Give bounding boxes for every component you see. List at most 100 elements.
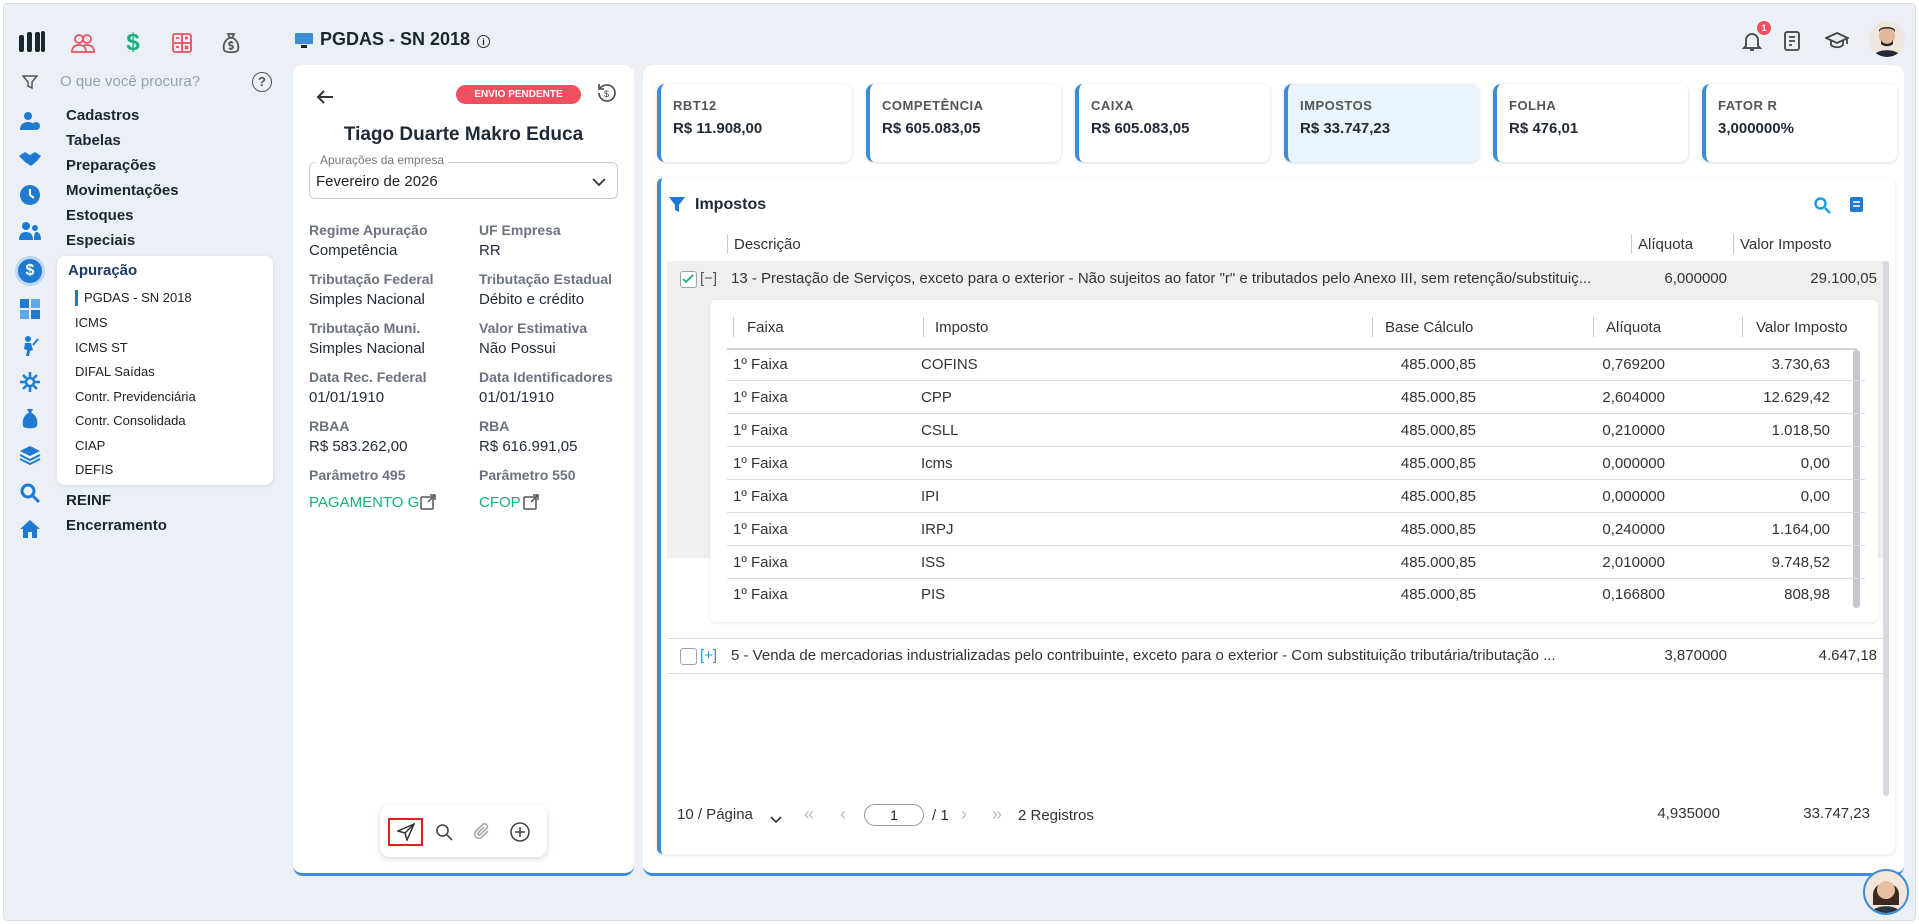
summary-card-rbt12[interactable]: RBT12 R$ 11.908,00 — [657, 84, 852, 162]
menu-preparacoes[interactable]: Preparações — [66, 157, 156, 174]
add-icon[interactable] — [510, 822, 530, 845]
chevron-down-icon[interactable] — [592, 174, 606, 190]
document-icon[interactable] — [1782, 30, 1802, 55]
submenu-defis[interactable]: DEFIS — [75, 462, 113, 477]
submenu-icms[interactable]: ICMS — [75, 315, 108, 330]
menu-tabelas[interactable]: Tabelas — [66, 132, 121, 149]
col-divider — [1742, 317, 1743, 337]
search-icon[interactable] — [435, 823, 453, 844]
row-divider — [727, 545, 1865, 546]
coins-bag-icon[interactable] — [17, 406, 43, 432]
people-icon[interactable] — [70, 30, 96, 56]
field-value: 01/01/1910 — [309, 389, 385, 406]
field-label: Parâmetro 495 — [309, 467, 406, 483]
clock-icon[interactable] — [17, 182, 43, 208]
param-495-link[interactable]: PAGAMENTO G. — [309, 494, 423, 511]
subcol-aliquota[interactable]: Alíquota — [1606, 319, 1661, 336]
app-logo[interactable] — [18, 30, 46, 56]
sub-valor: 0,00 — [1800, 455, 1830, 472]
grid-calc-icon[interactable] — [17, 296, 43, 322]
submenu-contr-prev[interactable]: Contr. Previdenciária — [75, 389, 196, 404]
param-550-link[interactable]: CFOP — [479, 494, 521, 511]
funnel-icon[interactable] — [668, 196, 686, 217]
history-icon[interactable]: $ — [596, 82, 618, 107]
col-aliquota[interactable]: Alíquota — [1638, 236, 1693, 253]
subcol-faixa[interactable]: Faixa — [747, 319, 784, 336]
assistant-avatar[interactable] — [1863, 869, 1909, 915]
next-page-button[interactable]: › — [961, 804, 967, 825]
row-divider — [727, 479, 1865, 480]
vertical-scrollbar[interactable] — [1883, 261, 1889, 796]
submenu-difal[interactable]: DIFAL Saídas — [75, 364, 155, 379]
menu-reinf[interactable]: REINF — [66, 492, 111, 509]
menu-especiais[interactable]: Especiais — [66, 232, 135, 249]
back-arrow-icon[interactable] — [316, 89, 334, 108]
menu-cadastros[interactable]: Cadastros — [66, 107, 139, 124]
menu-estoques[interactable]: Estoques — [66, 207, 134, 224]
col-descricao[interactable]: Descrição — [734, 236, 801, 253]
row-divider — [727, 446, 1865, 447]
field-value: Simples Nacional — [309, 291, 425, 308]
handshake-icon[interactable] — [17, 146, 43, 172]
send-button[interactable] — [388, 818, 423, 846]
collapse-toggle[interactable]: [−] — [700, 270, 717, 287]
submenu-icms-st[interactable]: ICMS ST — [75, 340, 128, 355]
subcol-imposto[interactable]: Imposto — [935, 319, 988, 336]
chevron-down-icon[interactable] — [770, 811, 782, 827]
scroll-report-icon[interactable] — [1848, 195, 1866, 218]
summary-card-competencia[interactable]: COMPETÊNCIA R$ 605.083,05 — [866, 84, 1061, 162]
menu-encerramento[interactable]: Encerramento — [66, 517, 167, 534]
magnifier-icon[interactable] — [17, 480, 43, 506]
worker-icon[interactable] — [17, 333, 43, 359]
external-link-icon[interactable] — [523, 494, 539, 513]
apuracoes-select-value: Fevereiro de 2026 — [316, 173, 438, 190]
sub-valor: 1.164,00 — [1771, 521, 1830, 538]
prev-page-button[interactable]: ‹ — [840, 804, 846, 825]
help-icon[interactable]: ? — [252, 72, 272, 92]
summary-card-folha[interactable]: FOLHA R$ 476,01 — [1493, 84, 1688, 162]
sub-aliquota: 0,210000 — [1602, 422, 1665, 439]
layers-icon[interactable] — [17, 442, 43, 468]
graduation-cap-icon[interactable] — [1823, 31, 1851, 54]
dollar-icon[interactable]: $ — [120, 29, 146, 56]
submenu-ciap[interactable]: CIAP — [75, 438, 105, 453]
total-aliquota: 4,935000 — [1657, 805, 1720, 822]
network-icon[interactable] — [17, 369, 43, 395]
dollar-circle-icon[interactable]: $ — [15, 256, 45, 286]
summary-card-caixa[interactable]: CAIXA R$ 605.083,05 — [1075, 84, 1270, 162]
summary-card-fator-r[interactable]: FATOR R 3,000000% — [1702, 84, 1897, 162]
first-page-button[interactable]: « — [804, 804, 814, 825]
col-valor-imposto[interactable]: Valor Imposto — [1740, 236, 1831, 253]
row-checkbox[interactable] — [680, 271, 697, 288]
search-icon[interactable] — [1813, 196, 1831, 217]
home-icon[interactable] — [17, 516, 43, 542]
submenu-pgdas[interactable]: PGDAS - SN 2018 — [84, 290, 192, 305]
summary-card-impostos[interactable]: IMPOSTOS R$ 33.747,23 — [1284, 84, 1479, 162]
subcol-valor[interactable]: Valor Imposto — [1756, 319, 1847, 336]
menu-apuracao[interactable]: Apuração — [68, 262, 137, 279]
row-divider — [727, 578, 1865, 579]
register-user-icon[interactable] — [17, 108, 43, 134]
team-icon[interactable] — [17, 218, 43, 244]
money-bag-icon[interactable] — [218, 30, 244, 56]
submenu-contr-cons[interactable]: Contr. Consolidada — [75, 413, 186, 428]
card-value: R$ 33.747,23 — [1300, 120, 1391, 137]
sub-base: 485.000,85 — [1400, 422, 1476, 439]
last-page-button[interactable]: » — [992, 804, 1002, 825]
page-input[interactable]: 1 — [864, 804, 924, 826]
subcol-base[interactable]: Base Cálculo — [1385, 319, 1473, 336]
filter-icon[interactable] — [21, 74, 39, 93]
field-label: Parâmetro 550 — [479, 467, 576, 483]
field-value: R$ 616.991,05 — [479, 438, 578, 455]
info-icon[interactable]: i — [477, 35, 490, 48]
row-checkbox[interactable] — [680, 648, 697, 665]
expand-toggle[interactable]: [+] — [700, 647, 717, 664]
per-page-select[interactable]: 10 / Página — [677, 806, 753, 823]
menu-movimentacoes[interactable]: Movimentações — [66, 182, 179, 199]
calculator-icon[interactable] — [169, 30, 195, 56]
sidebar-search[interactable]: O que você procura? — [60, 73, 200, 90]
attach-icon[interactable] — [473, 822, 491, 844]
user-avatar[interactable] — [1869, 21, 1905, 57]
external-link-icon[interactable] — [420, 494, 436, 513]
sub-imposto: Icms — [921, 455, 953, 472]
